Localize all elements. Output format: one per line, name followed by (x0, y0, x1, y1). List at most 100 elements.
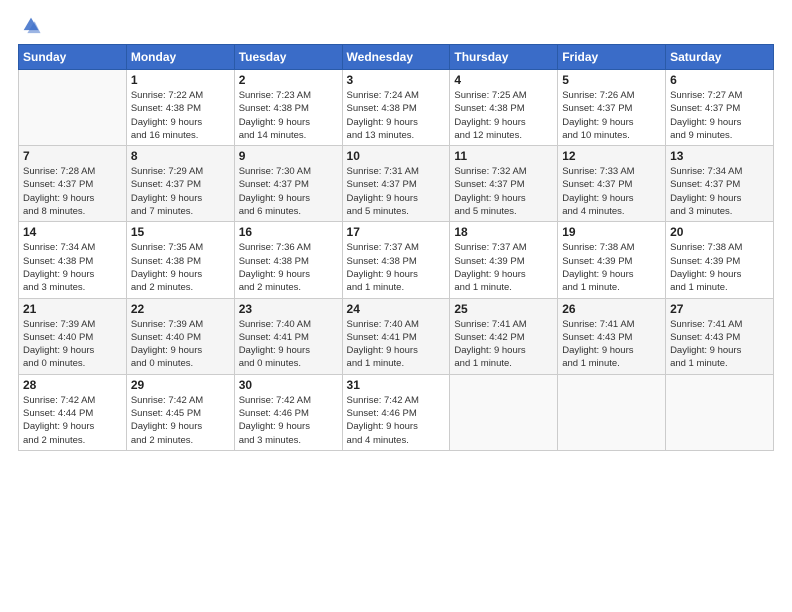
day-number: 15 (131, 225, 230, 239)
day-number: 27 (670, 302, 769, 316)
day-number: 9 (239, 149, 338, 163)
calendar-cell (666, 374, 774, 450)
day-info: Sunrise: 7:40 AMSunset: 4:41 PMDaylight:… (347, 318, 446, 371)
day-number: 31 (347, 378, 446, 392)
calendar-cell: 9 Sunrise: 7:30 AMSunset: 4:37 PMDaylight… (234, 146, 342, 222)
day-info: Sunrise: 7:37 AMSunset: 4:39 PMDaylight:… (454, 241, 553, 294)
calendar-cell: 31 Sunrise: 7:42 AMSunset: 4:46 PMDayligh… (342, 374, 450, 450)
calendar-cell: 2 Sunrise: 7:23 AMSunset: 4:38 PMDaylight… (234, 70, 342, 146)
day-info: Sunrise: 7:41 AMSunset: 4:43 PMDaylight:… (562, 318, 661, 371)
calendar-cell (450, 374, 558, 450)
day-info: Sunrise: 7:40 AMSunset: 4:41 PMDaylight:… (239, 318, 338, 371)
day-info: Sunrise: 7:33 AMSunset: 4:37 PMDaylight:… (562, 165, 661, 218)
calendar-cell: 6 Sunrise: 7:27 AMSunset: 4:37 PMDaylight… (666, 70, 774, 146)
calendar-cell: 24 Sunrise: 7:40 AMSunset: 4:41 PMDayligh… (342, 298, 450, 374)
day-number: 8 (131, 149, 230, 163)
day-info: Sunrise: 7:23 AMSunset: 4:38 PMDaylight:… (239, 89, 338, 142)
day-info: Sunrise: 7:42 AMSunset: 4:46 PMDaylight:… (347, 394, 446, 447)
day-info: Sunrise: 7:38 AMSunset: 4:39 PMDaylight:… (562, 241, 661, 294)
col-wednesday: Wednesday (342, 45, 450, 70)
day-number: 16 (239, 225, 338, 239)
day-number: 30 (239, 378, 338, 392)
day-number: 12 (562, 149, 661, 163)
day-number: 4 (454, 73, 553, 87)
day-number: 25 (454, 302, 553, 316)
day-info: Sunrise: 7:34 AMSunset: 4:38 PMDaylight:… (23, 241, 122, 294)
calendar-week-row: 7 Sunrise: 7:28 AMSunset: 4:37 PMDaylight… (19, 146, 774, 222)
calendar-week-row: 28Sunrise: 7:42 AMSunset: 4:44 PMDayligh… (19, 374, 774, 450)
day-info: Sunrise: 7:38 AMSunset: 4:39 PMDaylight:… (670, 241, 769, 294)
calendar-cell: 18 Sunrise: 7:37 AMSunset: 4:39 PMDayligh… (450, 222, 558, 298)
day-info: Sunrise: 7:30 AMSunset: 4:37 PMDaylight:… (239, 165, 338, 218)
day-number: 17 (347, 225, 446, 239)
calendar-cell: 25 Sunrise: 7:41 AMSunset: 4:42 PMDayligh… (450, 298, 558, 374)
day-info: Sunrise: 7:25 AMSunset: 4:38 PMDaylight:… (454, 89, 553, 142)
day-number: 10 (347, 149, 446, 163)
calendar-cell: 8 Sunrise: 7:29 AMSunset: 4:37 PMDaylight… (126, 146, 234, 222)
day-info: Sunrise: 7:32 AMSunset: 4:37 PMDaylight:… (454, 165, 553, 218)
calendar-cell: 20 Sunrise: 7:38 AMSunset: 4:39 PMDayligh… (666, 222, 774, 298)
col-friday: Friday (558, 45, 666, 70)
calendar-cell: 16 Sunrise: 7:36 AMSunset: 4:38 PMDayligh… (234, 222, 342, 298)
col-thursday: Thursday (450, 45, 558, 70)
day-info: Sunrise: 7:29 AMSunset: 4:37 PMDaylight:… (131, 165, 230, 218)
calendar-cell (19, 70, 127, 146)
day-info: Sunrise: 7:42 AMSunset: 4:45 PMDaylight:… (131, 394, 230, 447)
calendar-cell (558, 374, 666, 450)
day-number: 3 (347, 73, 446, 87)
calendar-cell: 10 Sunrise: 7:31 AMSunset: 4:37 PMDayligh… (342, 146, 450, 222)
calendar-cell: 13 Sunrise: 7:34 AMSunset: 4:37 PMDayligh… (666, 146, 774, 222)
day-info: Sunrise: 7:39 AMSunset: 4:40 PMDaylight:… (23, 318, 122, 371)
day-number: 19 (562, 225, 661, 239)
calendar-cell: 19 Sunrise: 7:38 AMSunset: 4:39 PMDayligh… (558, 222, 666, 298)
day-info: Sunrise: 7:37 AMSunset: 4:38 PMDaylight:… (347, 241, 446, 294)
calendar: Sunday Monday Tuesday Wednesday Thursday… (18, 44, 774, 451)
calendar-cell: 27 Sunrise: 7:41 AMSunset: 4:43 PMDayligh… (666, 298, 774, 374)
calendar-cell: 1Sunrise: 7:22 AMSunset: 4:38 PMDaylight… (126, 70, 234, 146)
calendar-week-row: 1Sunrise: 7:22 AMSunset: 4:38 PMDaylight… (19, 70, 774, 146)
col-tuesday: Tuesday (234, 45, 342, 70)
day-number: 24 (347, 302, 446, 316)
day-number: 22 (131, 302, 230, 316)
day-info: Sunrise: 7:24 AMSunset: 4:38 PMDaylight:… (347, 89, 446, 142)
day-info: Sunrise: 7:28 AMSunset: 4:37 PMDaylight:… (23, 165, 122, 218)
day-info: Sunrise: 7:41 AMSunset: 4:43 PMDaylight:… (670, 318, 769, 371)
day-number: 1 (131, 73, 230, 87)
day-info: Sunrise: 7:27 AMSunset: 4:37 PMDaylight:… (670, 89, 769, 142)
calendar-header-row: Sunday Monday Tuesday Wednesday Thursday… (19, 45, 774, 70)
calendar-cell: 12 Sunrise: 7:33 AMSunset: 4:37 PMDayligh… (558, 146, 666, 222)
calendar-week-row: 14 Sunrise: 7:34 AMSunset: 4:38 PMDayligh… (19, 222, 774, 298)
calendar-cell: 17 Sunrise: 7:37 AMSunset: 4:38 PMDayligh… (342, 222, 450, 298)
day-number: 18 (454, 225, 553, 239)
day-info: Sunrise: 7:41 AMSunset: 4:42 PMDaylight:… (454, 318, 553, 371)
calendar-cell: 22Sunrise: 7:39 AMSunset: 4:40 PMDayligh… (126, 298, 234, 374)
day-number: 20 (670, 225, 769, 239)
day-info: Sunrise: 7:36 AMSunset: 4:38 PMDaylight:… (239, 241, 338, 294)
calendar-cell: 21 Sunrise: 7:39 AMSunset: 4:40 PMDayligh… (19, 298, 127, 374)
calendar-cell: 23 Sunrise: 7:40 AMSunset: 4:41 PMDayligh… (234, 298, 342, 374)
day-number: 5 (562, 73, 661, 87)
day-number: 13 (670, 149, 769, 163)
day-number: 28 (23, 378, 122, 392)
day-number: 14 (23, 225, 122, 239)
day-number: 23 (239, 302, 338, 316)
calendar-cell: 26Sunrise: 7:41 AMSunset: 4:43 PMDayligh… (558, 298, 666, 374)
calendar-cell: 11Sunrise: 7:32 AMSunset: 4:37 PMDayligh… (450, 146, 558, 222)
header (18, 18, 774, 36)
day-info: Sunrise: 7:42 AMSunset: 4:46 PMDaylight:… (239, 394, 338, 447)
calendar-cell: 29Sunrise: 7:42 AMSunset: 4:45 PMDayligh… (126, 374, 234, 450)
calendar-cell: 3 Sunrise: 7:24 AMSunset: 4:38 PMDaylight… (342, 70, 450, 146)
day-number: 6 (670, 73, 769, 87)
page: Sunday Monday Tuesday Wednesday Thursday… (0, 0, 792, 612)
col-sunday: Sunday (19, 45, 127, 70)
logo-icon (20, 14, 42, 36)
day-number: 2 (239, 73, 338, 87)
calendar-cell: 14 Sunrise: 7:34 AMSunset: 4:38 PMDayligh… (19, 222, 127, 298)
calendar-cell: 15Sunrise: 7:35 AMSunset: 4:38 PMDayligh… (126, 222, 234, 298)
day-info: Sunrise: 7:31 AMSunset: 4:37 PMDaylight:… (347, 165, 446, 218)
day-info: Sunrise: 7:34 AMSunset: 4:37 PMDaylight:… (670, 165, 769, 218)
calendar-cell: 5Sunrise: 7:26 AMSunset: 4:37 PMDaylight… (558, 70, 666, 146)
day-number: 21 (23, 302, 122, 316)
logo (18, 18, 42, 36)
day-number: 7 (23, 149, 122, 163)
